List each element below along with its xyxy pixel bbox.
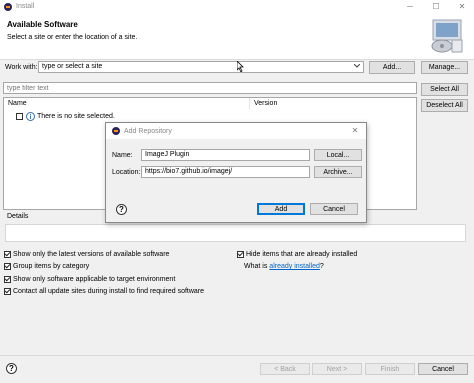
manage-sites-button[interactable]: Manage... [421,61,468,74]
page-subtitle: Select a site or enter the location of a… [7,34,138,41]
row-checkbox[interactable] [16,113,23,120]
applicable-only-checkbox[interactable] [4,276,11,283]
cancel-button[interactable]: Cancel [418,363,468,375]
maximize-button[interactable]: ☐ [424,0,448,14]
add-repository-dialog: Add Repository ✕ Name: ImageJ Plugin Loc… [105,122,367,223]
footer-divider [0,355,474,356]
already-installed-link[interactable]: already installed [269,263,320,270]
window-titlebar: Install ─ ☐ ✕ [0,0,474,14]
help-icon[interactable]: ? [6,363,17,374]
name-field[interactable]: ImageJ Plugin [141,149,310,161]
hide-installed-label: Hide items that are already installed [246,251,358,258]
dialog-cancel-button[interactable]: Cancel [310,203,358,215]
dialog-titlebar: Add Repository ✕ [106,123,366,139]
location-field[interactable]: https://bio7.github.io/imagej/ [141,166,310,178]
latest-versions-checkbox[interactable] [4,251,11,258]
install-banner-icon [431,19,463,53]
filter-input[interactable] [3,82,417,94]
back-button[interactable]: < Back [260,363,310,375]
what-is-suffix: ? [319,263,324,270]
dialog-add-button[interactable]: Add [257,203,305,215]
finish-button[interactable]: Finish [365,363,415,375]
eclipse-icon [112,127,120,135]
group-items-checkbox[interactable] [4,263,11,270]
dialog-help-icon[interactable]: ? [116,204,127,215]
eclipse-icon [4,3,12,11]
add-site-button[interactable]: Add... [369,61,415,74]
contact-sites-checkbox[interactable] [4,288,11,295]
column-divider [249,98,250,109]
work-with-combo[interactable]: type or select a site [38,61,364,73]
details-scrollbar[interactable] [5,242,466,248]
window-title: Install [16,3,35,10]
latest-versions-label: Show only the latest versions of availab… [13,251,170,258]
details-area [5,224,466,242]
work-with-label: Work with: [5,64,38,71]
chevron-down-icon [354,64,360,68]
deselect-all-button[interactable]: Deselect All [421,99,468,112]
dialog-close-button[interactable]: ✕ [346,124,364,138]
work-with-value: type or select a site [42,63,103,70]
mouse-cursor-icon [237,61,244,72]
info-icon [26,112,35,121]
close-button[interactable]: ✕ [450,0,474,14]
name-label: Name: [112,152,133,159]
column-header-name[interactable]: Name [8,98,27,109]
what-is-prefix: What is [244,263,268,270]
hide-installed-checkbox[interactable] [237,251,244,258]
column-header-version[interactable]: Version [254,98,277,109]
location-label: Location: [112,169,141,176]
what-is-text: What is already installed? [244,263,324,270]
contact-sites-label: Contact all update sites during install … [13,288,205,295]
next-button[interactable]: Next > [312,363,362,375]
page-title: Available Software [7,20,78,29]
applicable-only-label: Show only software applicable to target … [13,276,176,283]
details-label: Details [7,213,29,220]
dialog-title: Add Repository [124,128,172,135]
wizard-header: Available Software Select a site or ente… [0,14,474,60]
group-items-label: Group items by category [13,263,90,270]
minimize-button[interactable]: ─ [398,0,422,14]
archive-button[interactable]: Archive... [314,166,362,178]
empty-table-message: There is no site selected. [37,113,115,120]
local-button[interactable]: Local... [314,149,362,161]
select-all-button[interactable]: Select All [421,83,468,96]
